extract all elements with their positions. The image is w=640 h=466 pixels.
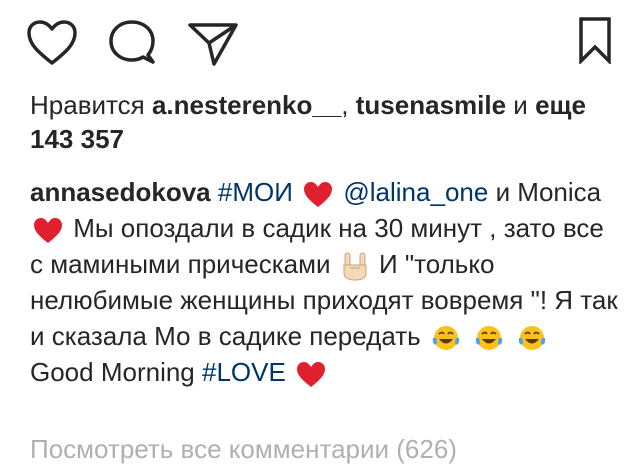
red-heart-emoji-icon	[33, 217, 63, 244]
heart-outline-icon[interactable]	[26, 19, 78, 67]
caption-hashtag-love[interactable]: #LOVE	[202, 357, 286, 387]
caption-hashtag-moi[interactable]: #МОИ	[218, 177, 293, 207]
likes-summary: Нравится a.nesterenko__, tusenasmile и е…	[30, 88, 620, 156]
caption-mention[interactable]: @lalina_one	[343, 177, 488, 207]
tears-of-joy-emoji-icon	[517, 324, 547, 352]
likes-separator: ,	[341, 90, 349, 120]
caption-text-1: и Monica	[495, 177, 602, 207]
view-all-comments-link[interactable]: Посмотреть все комментарии (626)	[30, 432, 457, 466]
red-heart-emoji-icon	[303, 181, 333, 208]
liker-username-2[interactable]: tusenasmile	[356, 90, 506, 120]
likes-prefix: Нравится	[30, 90, 145, 120]
caption-text-2: Мы опоздали в садик на 30 минут , зато в…	[30, 213, 604, 279]
speech-bubble-icon[interactable]	[108, 19, 156, 67]
liker-username-1[interactable]: a.nesterenko__	[152, 90, 341, 120]
tears-of-joy-emoji-icon	[474, 324, 504, 352]
paper-plane-icon[interactable]	[187, 19, 239, 67]
bookmark-icon[interactable]	[577, 16, 613, 64]
post-caption: annasedokova #МОИ @lalina_one и Monica М…	[30, 174, 620, 390]
rock-hand-emoji-icon	[341, 251, 369, 281]
tears-of-joy-emoji-icon	[431, 324, 461, 352]
caption-text-4: Good Morning	[30, 357, 195, 387]
red-heart-emoji-icon	[296, 361, 326, 388]
likes-and: и	[513, 90, 528, 120]
caption-author[interactable]: annasedokova	[30, 177, 211, 207]
post-actions-bar	[0, 0, 640, 80]
